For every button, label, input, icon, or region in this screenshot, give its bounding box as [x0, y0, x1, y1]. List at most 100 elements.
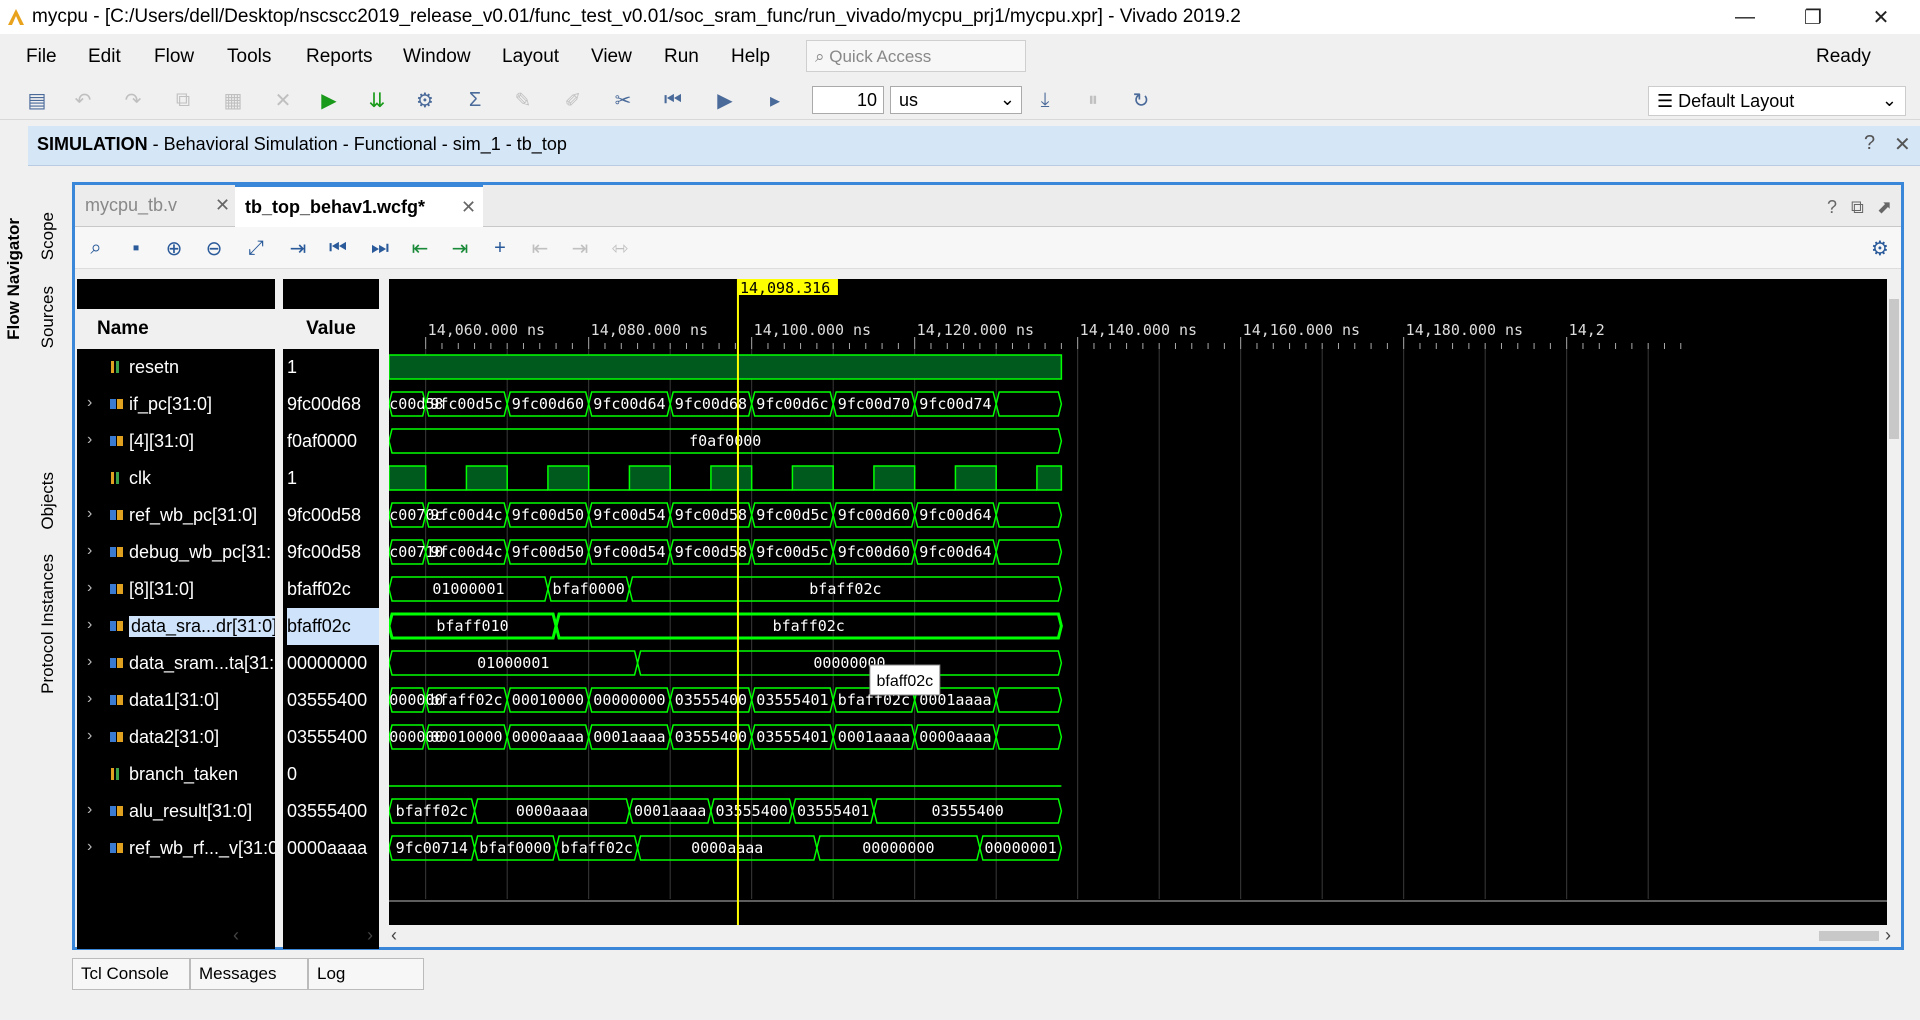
sources-tab[interactable]: Sources [38, 286, 58, 348]
menu-tools[interactable]: Tools [227, 46, 271, 68]
signal-row[interactable]: › ref_wb_rf..._v[31:0] [77, 830, 275, 867]
tab-messages[interactable]: Messages [190, 958, 308, 990]
paste-icon[interactable]: ▦ [218, 85, 248, 115]
tool-disabled-2-icon[interactable]: ✐ [558, 85, 588, 115]
protocol-instances-tab[interactable]: Protocol Instances [38, 554, 58, 694]
break-icon[interactable]: ✂ [608, 85, 638, 115]
objects-tab[interactable]: Objects [38, 472, 58, 530]
expand-arrow-icon[interactable]: › [87, 542, 92, 560]
run-for-icon[interactable]: ▸ [760, 85, 790, 115]
go-to-end-icon[interactable]: ⏭ [365, 233, 395, 263]
menu-file[interactable]: File [26, 46, 57, 68]
chevron-left-icon[interactable]: ‹ [391, 925, 397, 946]
undo-icon[interactable]: ↶ [68, 85, 98, 115]
settings-gear-icon[interactable]: ⚙ [1865, 233, 1895, 263]
sigma-icon[interactable]: Σ [460, 85, 490, 115]
expand-arrow-icon[interactable]: › [87, 616, 92, 634]
search-icon[interactable]: ⌕ [81, 233, 111, 263]
flow-navigator-tab[interactable]: Flow Navigator [4, 218, 24, 340]
prev-transition-icon[interactable]: ⇤ [405, 233, 435, 263]
tab-tcl-console[interactable]: Tcl Console [72, 958, 190, 990]
restore-button[interactable]: ❐ [1784, 0, 1842, 34]
expand-arrow-icon[interactable]: › [87, 394, 92, 412]
menu-help[interactable]: Help [731, 46, 770, 68]
signal-row[interactable]: › debug_wb_pc[31: [77, 534, 275, 571]
zoom-in-icon[interactable]: ⊕ [159, 233, 189, 263]
pause-icon[interactable]: ⏸ [1078, 85, 1108, 115]
run-icon[interactable]: ▶ [314, 85, 344, 115]
expand-arrow-icon[interactable]: › [87, 690, 92, 708]
signal-row[interactable]: › if_pc[31:0] [77, 386, 275, 423]
run-time-input[interactable]: 10 [812, 86, 884, 114]
tool-disabled-icon[interactable]: ✎ [508, 85, 538, 115]
signal-row[interactable]: › data2[31:0] [77, 719, 275, 756]
minimize-button[interactable]: — [1716, 0, 1774, 34]
settings-gear-icon[interactable]: ⚙ [410, 85, 440, 115]
zoom-fit-icon[interactable]: ⤢ [241, 233, 271, 263]
restore-panel-icon[interactable]: ⧉ [1851, 197, 1864, 218]
close-tab-icon[interactable]: ✕ [215, 195, 230, 216]
vertical-scrollbar[interactable] [1887, 279, 1901, 925]
layout-select[interactable]: ☰ Default Layout ⌄ [1648, 86, 1906, 116]
horizontal-scrollbar[interactable]: ‹ › [389, 925, 1901, 947]
go-to-start-icon[interactable]: ⏮ [323, 233, 353, 263]
go-to-cursor-icon[interactable]: ⇥ [283, 233, 313, 263]
menu-view[interactable]: View [591, 46, 632, 68]
redo-icon[interactable]: ↷ [118, 85, 148, 115]
chevron-right-icon[interactable]: › [1885, 925, 1891, 946]
menu-reports[interactable]: Reports [306, 46, 373, 68]
chevron-right-icon[interactable]: › [367, 925, 373, 946]
signal-row[interactable]: branch_taken [77, 756, 275, 793]
waveform-canvas[interactable]: 14,060.000 ns 14,080.000 ns 14,100.000 ns 1… [389, 279, 1901, 925]
tab-tb-top-behav1[interactable]: tb_top_behav1.wcfg* ✕ [235, 185, 483, 227]
menu-layout[interactable]: Layout [502, 46, 559, 68]
expand-arrow-icon[interactable]: › [87, 801, 92, 819]
restart-icon[interactable]: ⏮ [658, 85, 688, 115]
zoom-out-icon[interactable]: ⊖ [199, 233, 229, 263]
signal-row[interactable]: › alu_result[31:0] [77, 793, 275, 830]
expand-arrow-icon[interactable]: › [87, 505, 92, 523]
expand-arrow-icon[interactable]: › [87, 431, 92, 449]
signal-row[interactable]: resetn [77, 349, 275, 386]
menu-flow[interactable]: Flow [154, 46, 194, 68]
next-marker-icon[interactable]: ⇥ [565, 233, 595, 263]
program-device-icon[interactable]: ⇊ [362, 85, 392, 115]
expand-arrow-icon[interactable]: › [87, 838, 92, 856]
signal-row[interactable]: › [4][31:0] [77, 423, 275, 460]
signal-row[interactable]: › data1[31:0] [77, 682, 275, 719]
add-marker-icon[interactable]: + [485, 233, 515, 263]
name-scrollbar[interactable]: ‹ › [233, 925, 383, 947]
run-time-unit-select[interactable]: us ⌄ [890, 86, 1022, 114]
help-icon[interactable]: ? [1827, 197, 1837, 218]
value-column-header[interactable]: Value [283, 309, 379, 349]
prev-marker-icon[interactable]: ⇤ [525, 233, 555, 263]
expand-arrow-icon[interactable]: › [87, 653, 92, 671]
menu-edit[interactable]: Edit [88, 46, 121, 68]
swap-cursors-icon[interactable]: ⇿ [605, 233, 635, 263]
maximize-panel-icon[interactable]: ⬈ [1877, 197, 1892, 218]
delete-icon[interactable]: ✕ [268, 85, 298, 115]
help-icon[interactable]: ? [1864, 132, 1875, 155]
run-all-icon[interactable]: ▶ [710, 85, 740, 115]
menu-window[interactable]: Window [403, 46, 471, 68]
signal-row[interactable]: › data_sram...ta[31: [77, 645, 275, 682]
open-project-icon[interactable]: ▤ [22, 85, 52, 115]
tab-log[interactable]: Log [308, 958, 424, 990]
scope-tab[interactable]: Scope [38, 212, 58, 260]
signal-row[interactable]: › [8][31:0] [77, 571, 275, 608]
close-sim-icon[interactable]: ✕ [1894, 132, 1911, 157]
close-tab-icon[interactable]: ✕ [461, 197, 476, 218]
expand-arrow-icon[interactable]: › [87, 579, 92, 597]
signal-row[interactable]: › data_sra...dr[31:0] [77, 608, 275, 645]
expand-arrow-icon[interactable]: › [87, 727, 92, 745]
signal-row[interactable]: clk [77, 460, 275, 497]
step-icon[interactable]: ⤓ [1030, 85, 1060, 115]
close-button[interactable]: ✕ [1852, 0, 1910, 34]
name-column-header[interactable]: Name [77, 309, 275, 349]
save-icon[interactable]: ▪ [121, 233, 151, 263]
tab-mycpu-tb[interactable]: mycpu_tb.v ✕ [75, 185, 235, 227]
copy-icon[interactable]: ⧉ [168, 85, 198, 115]
signal-row[interactable]: › ref_wb_pc[31:0] [77, 497, 275, 534]
quick-access-input[interactable]: ⌕ Quick Access [806, 40, 1026, 72]
chevron-left-icon[interactable]: ‹ [233, 925, 239, 946]
